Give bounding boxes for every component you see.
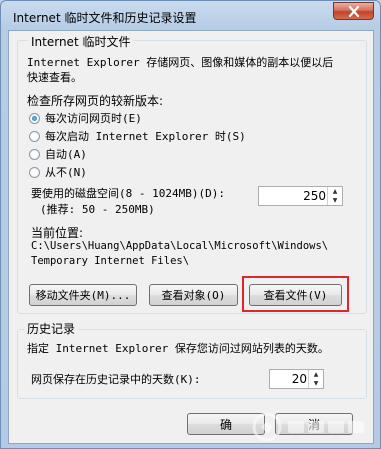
current-location-label: 当前位置: (31, 226, 84, 240)
history-days-label: 网页保存在历史记录中的天数(K): (31, 373, 201, 386)
radio-every-visit-label: 每次访问网页时(E) (45, 112, 142, 125)
spin-up-icon[interactable]: ▲ (309, 370, 323, 379)
history-days-stepper[interactable]: 20 ▲ ▼ (269, 369, 324, 389)
current-location-path-line2: Temporary Internet Files\ (31, 255, 190, 267)
disk-space-stepper[interactable]: 250 ▲ ▼ (258, 186, 343, 206)
radio-button[interactable] (29, 148, 40, 160)
view-objects-button-label: 查看对象(O) (161, 289, 226, 302)
radio-never[interactable]: 从不(N) (29, 164, 87, 180)
radio-every-visit[interactable]: 每次访问网页时(E) (29, 110, 142, 126)
title-bar[interactable]: Internet 临时文件和历史记录设置 (1, 1, 380, 31)
close-icon (348, 5, 359, 17)
current-location-path-line1: C:\Users\Huang\AppData\Local\Microsoft\W… (31, 240, 329, 252)
dialog-window: Internet 临时文件和历史记录设置 Internet 临时文件 Inter… (0, 0, 381, 449)
temp-files-description-line1: Internet Explorer 存储网页、图像和媒体的副本以便以后 (27, 56, 334, 69)
history-group-title: 历史记录 (24, 320, 79, 337)
radio-button[interactable] (29, 130, 40, 142)
history-days-value[interactable]: 20 (292, 372, 307, 386)
ok-button-label: 确 (219, 417, 232, 432)
watermark-text-graphic (288, 421, 364, 433)
window-title: Internet 临时文件和历史记录设置 (13, 11, 197, 25)
temp-files-description-line2: 快速查看。 (27, 71, 82, 84)
watermark-logo (252, 410, 372, 444)
radio-never-label: 从不(N) (45, 166, 87, 179)
move-folder-button-label: 移动文件夹(M)... (35, 289, 131, 302)
close-button[interactable] (333, 2, 374, 20)
history-description: 指定 Internet Explorer 保存您访问过网站列表的天数。 (27, 342, 329, 355)
radio-automatic[interactable]: 自动(A) (29, 146, 87, 162)
radio-button-selected[interactable] (29, 112, 40, 124)
check-versions-label: 检查所存网页的较新版本: (27, 94, 164, 108)
radio-every-start-label: 每次启动 Internet Explorer 时(S) (45, 130, 246, 143)
watermark-emblem-icon (252, 412, 282, 442)
spin-down-icon[interactable]: ▼ (328, 196, 342, 205)
radio-automatic-label: 自动(A) (45, 148, 87, 161)
spin-down-icon[interactable]: ▼ (309, 379, 323, 388)
spin-up-icon[interactable]: ▲ (328, 187, 342, 196)
dialog-body: Internet 临时文件 Internet Explorer 存储网页、图像和… (8, 30, 374, 444)
radio-every-start[interactable]: 每次启动 Internet Explorer 时(S) (29, 128, 246, 144)
disk-space-recommended: (推荐: 50 - 250MB) (40, 203, 155, 216)
move-folder-button[interactable]: 移动文件夹(M)... (29, 284, 137, 306)
view-files-highlight (242, 276, 349, 312)
disk-space-value[interactable]: 250 (303, 189, 326, 203)
view-objects-button[interactable]: 查看对象(O) (149, 284, 238, 306)
radio-button[interactable] (29, 166, 40, 178)
temp-files-group-title: Internet 临时文件 (28, 33, 134, 50)
disk-space-label: 要使用的磁盘空间(8 - 1024MB)(D): (31, 187, 225, 200)
